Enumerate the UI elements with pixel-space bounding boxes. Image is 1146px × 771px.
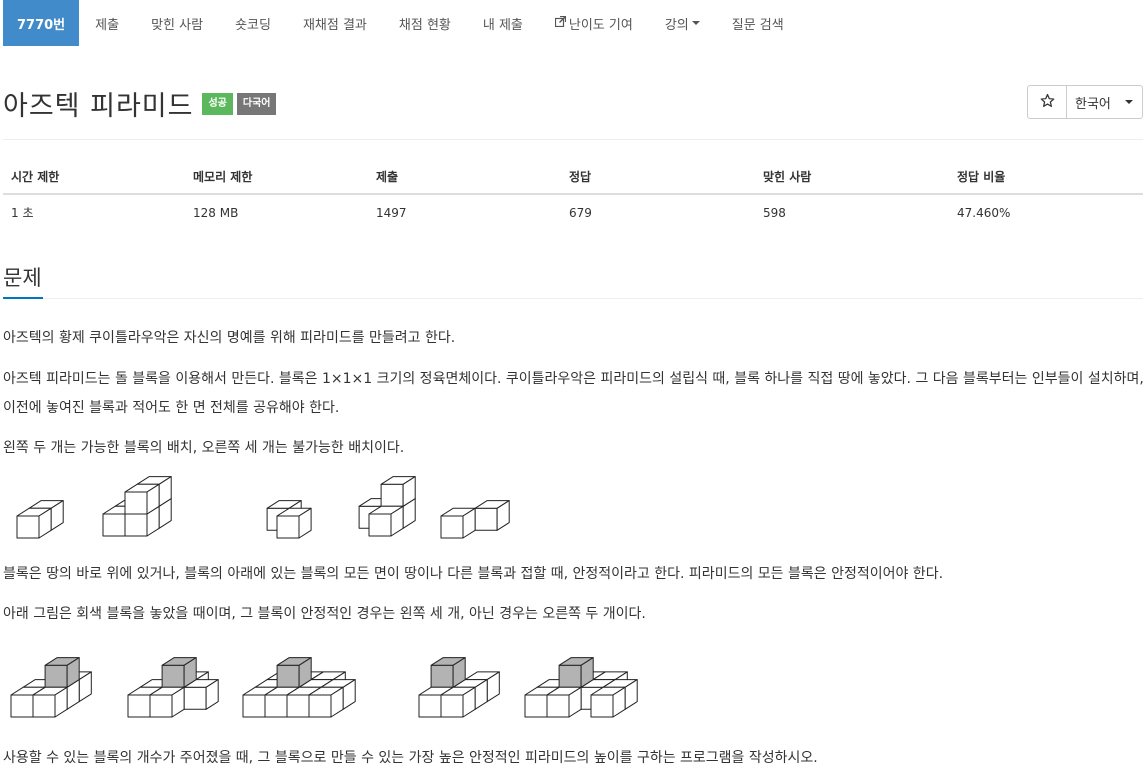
star-outline-icon xyxy=(1040,93,1055,112)
header-solvers: 맞힌 사람 xyxy=(755,160,949,195)
problem-title-row: 아즈텍 피라미드 성공 다국어 xyxy=(3,84,277,123)
headline-underline xyxy=(3,297,43,299)
cube-block xyxy=(308,686,344,718)
tab-problem[interactable]: 7770번 xyxy=(3,0,80,46)
cube-block xyxy=(440,507,476,539)
table-header-row: 시간 제한 메모리 제한 제출 정답 맞힌 사람 정답 비율 xyxy=(3,160,1143,195)
cube-block xyxy=(474,500,510,531)
header-accept-ratio: 정답 비율 xyxy=(949,160,1143,195)
table-row: 1 초 128 MB 1497 679 598 47.460% xyxy=(3,194,1143,230)
caret-down-icon xyxy=(1124,100,1133,104)
tab-problem-label: 7770번 xyxy=(17,17,66,33)
stability-figure xyxy=(10,657,638,718)
tab-question-search-label: 질문 검색 xyxy=(731,17,784,33)
tab-status[interactable]: 채점 현황 xyxy=(383,0,467,46)
tab-question-search[interactable]: 질문 검색 xyxy=(716,0,800,46)
problem-paragraph-5: 아래 그림은 회색 블록을 놓았을 때이며, 그 블록이 안정적인 경우는 왼쪽… xyxy=(3,606,646,622)
problem-actions: 한국어 xyxy=(1027,85,1143,119)
favorite-button[interactable] xyxy=(1028,86,1067,118)
tab-submit-label: 제출 xyxy=(95,17,120,33)
cube-block xyxy=(276,507,312,539)
cube-block xyxy=(440,686,476,718)
problem-menu: 7770번 제출 맞힌 사람 숏코딩 재채점 결과 채점 현황 내 제출 난이도… xyxy=(3,0,800,46)
tab-my-submissions-label: 내 제출 xyxy=(482,17,523,33)
cube-block xyxy=(558,657,594,688)
header-accepted: 정답 xyxy=(561,160,755,195)
caret-down-icon xyxy=(691,21,700,25)
value-solvers: 598 xyxy=(763,205,786,220)
cube-block xyxy=(546,686,582,718)
external-link-icon xyxy=(554,15,566,30)
header-time-limit: 시간 제한 xyxy=(3,160,185,195)
cube-block xyxy=(590,686,626,718)
language-dropdown[interactable]: 한국어 xyxy=(1067,86,1142,118)
cube-block xyxy=(32,686,68,718)
header-memory-limit: 메모리 제한 xyxy=(185,160,368,195)
cube-block xyxy=(44,657,80,688)
header-submissions: 제출 xyxy=(368,160,561,195)
problem-paragraph-3: 왼쪽 두 개는 가능한 블록의 배치, 오른쪽 세 개는 불가능한 배치이다. xyxy=(3,440,405,456)
tab-lecture-label: 강의 xyxy=(664,17,689,33)
value-time-limit: 1 초 xyxy=(11,206,34,220)
tab-difficulty-contribution-label: 난이도 기여 xyxy=(568,17,633,33)
tab-submit[interactable]: 제출 xyxy=(79,0,135,46)
cube-block xyxy=(149,686,185,718)
cube-block xyxy=(380,476,416,507)
value-memory-limit: 128 MB xyxy=(193,205,239,220)
problem-paragraph-6: 사용할 수 있는 블록의 개수가 주어졌을 때, 그 블록으로 만들 수 있는 … xyxy=(3,750,818,766)
problem-paragraph-2: 아즈텍 피라미드는 돌 블록을 이용해서 만든다. 블록은 1×1×1 크기의 … xyxy=(3,371,1144,416)
tab-rejudge-label: 재채점 결과 xyxy=(302,17,367,33)
title-divider xyxy=(3,139,1143,140)
cube-block xyxy=(161,657,197,688)
cube-block xyxy=(368,505,404,537)
problem-paragraph-1: 아즈텍의 황제 쿠이틀라우악은 자신의 명예를 위해 피라미드를 만들려고 한다… xyxy=(3,330,456,346)
tab-solvers-label: 맞힌 사람 xyxy=(151,17,204,33)
multilang-badge: 다국어 xyxy=(236,92,277,115)
cube-block xyxy=(430,657,466,688)
cube-block xyxy=(124,483,160,515)
tab-short-coding[interactable]: 숏코딩 xyxy=(219,0,287,46)
problem-paragraph-4: 블록은 땅의 바로 위에 있거나, 블록의 아래에 있는 블록의 모든 면이 땅… xyxy=(3,566,944,582)
tab-status-label: 채점 현황 xyxy=(398,17,451,33)
block-placement-figure xyxy=(16,476,510,539)
language-label: 한국어 xyxy=(1075,96,1111,112)
tab-difficulty-contribution[interactable]: 난이도 기여 xyxy=(539,0,649,46)
solved-badge: 성공 xyxy=(202,92,233,115)
headline-divider xyxy=(3,298,1143,299)
value-accept-ratio: 47.460% xyxy=(957,205,1011,220)
cube-block xyxy=(276,657,312,688)
value-submissions: 1497 xyxy=(376,205,407,220)
value-accepted: 679 xyxy=(569,205,592,220)
cube-block xyxy=(16,507,52,539)
tab-rejudge[interactable]: 재채점 결과 xyxy=(287,0,383,46)
problem-info-table: 시간 제한 메모리 제한 제출 정답 맞힌 사람 정답 비율 1 초 128 M… xyxy=(3,160,1143,230)
tab-solvers[interactable]: 맞힌 사람 xyxy=(135,0,219,46)
tab-lecture-dropdown[interactable]: 강의 xyxy=(649,0,716,46)
section-headline: 문제 xyxy=(3,266,42,290)
problem-title: 아즈텍 피라미드 xyxy=(3,91,194,122)
tab-short-coding-label: 숏코딩 xyxy=(235,17,271,33)
tab-my-submissions[interactable]: 내 제출 xyxy=(467,0,539,46)
